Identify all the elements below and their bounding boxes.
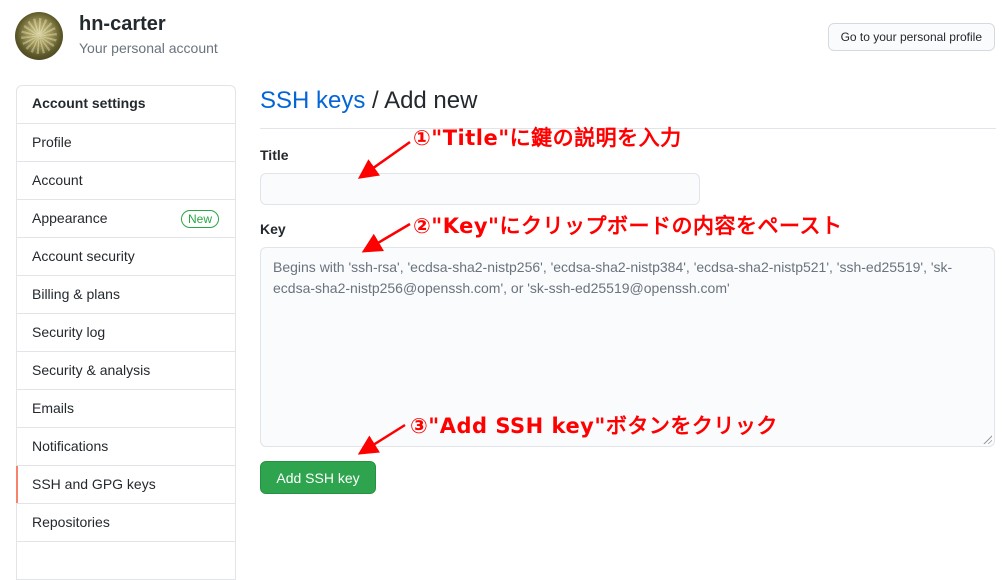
account-header: hn-carter Your personal account Go to yo… xyxy=(15,12,995,62)
sidebar-item-account[interactable]: Account xyxy=(17,162,235,200)
sidebar-item-emails[interactable]: Emails xyxy=(17,390,235,428)
annotation-step-2: ②"Key"にクリップボードの内容をペースト xyxy=(413,214,843,238)
annotation-step-3: ③"Add SSH key"ボタンをクリック xyxy=(410,414,778,438)
resize-handle-icon[interactable] xyxy=(982,434,992,444)
sidebar-item-appearance[interactable]: Appearance New xyxy=(17,200,235,238)
sidebar-item-label: Account security xyxy=(32,248,135,264)
breadcrumb-current: Add new xyxy=(384,87,478,114)
title-label: Title xyxy=(260,147,289,163)
annotation-step-1: ①"Title"に鍵の説明を入力 xyxy=(413,126,682,150)
sidebar-item-security-log[interactable]: Security log xyxy=(17,314,235,352)
settings-sidebar: Account settings Profile Account Appeara… xyxy=(16,85,236,580)
sidebar-item-label: Emails xyxy=(32,400,75,416)
sidebar-item-label: Billing & plans xyxy=(32,286,120,302)
sidebar-item-label: Security log xyxy=(32,324,106,340)
key-label: Key xyxy=(260,221,286,237)
sidebar-item-ssh-gpg-keys[interactable]: SSH and GPG keys xyxy=(16,466,235,504)
key-placeholder: Begins with 'ssh-rsa', 'ecdsa-sha2-nistp… xyxy=(273,259,953,296)
sidebar-item-profile[interactable]: Profile xyxy=(17,124,235,162)
sidebar-item-repositories[interactable]: Repositories xyxy=(17,504,235,542)
sidebar-item-more[interactable] xyxy=(17,542,235,580)
breadcrumb-separator: / xyxy=(365,87,385,114)
sidebar-item-label: Account xyxy=(32,172,83,188)
sidebar-item-label: Security & analysis xyxy=(32,362,151,378)
title-input[interactable] xyxy=(260,173,700,205)
sidebar-item-notifications[interactable]: Notifications xyxy=(17,428,235,466)
avatar[interactable] xyxy=(15,12,63,60)
sidebar-item-label: SSH and GPG keys xyxy=(32,476,156,492)
sidebar-heading: Account settings xyxy=(17,86,235,124)
sidebar-item-label: Appearance xyxy=(32,210,108,226)
sidebar-item-account-security[interactable]: Account security xyxy=(17,238,235,276)
account-name: hn-carter xyxy=(79,13,166,35)
add-ssh-key-button[interactable]: Add SSH key xyxy=(260,461,376,494)
sidebar-item-billing[interactable]: Billing & plans xyxy=(17,276,235,314)
account-subtitle: Your personal account xyxy=(79,40,218,56)
sidebar-item-label: Repositories xyxy=(32,514,110,530)
go-to-profile-button[interactable]: Go to your personal profile xyxy=(827,23,995,51)
breadcrumb-ssh-keys-link[interactable]: SSH keys xyxy=(260,87,365,114)
arrow-icon xyxy=(357,140,411,179)
new-badge: New xyxy=(180,210,219,228)
sidebar-item-label: Notifications xyxy=(32,438,109,454)
sidebar-item-label: Profile xyxy=(32,134,72,150)
sidebar-item-security-analysis[interactable]: Security & analysis xyxy=(17,352,235,390)
